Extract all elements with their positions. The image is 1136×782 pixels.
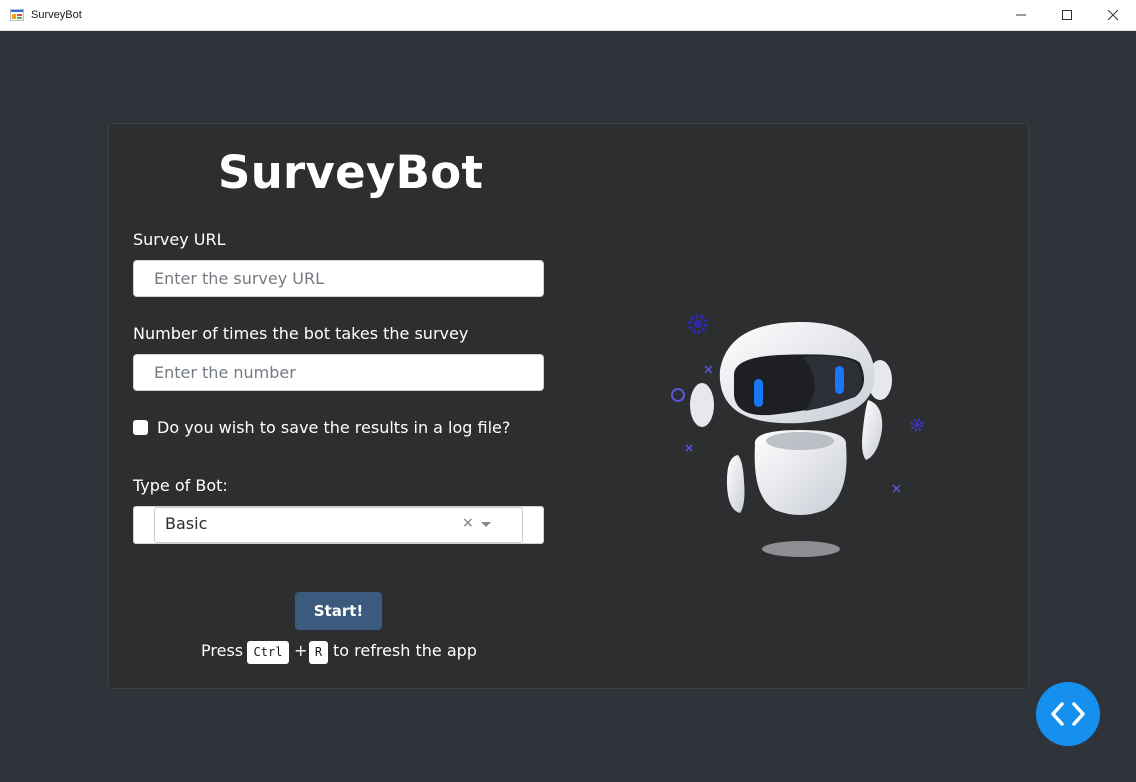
runs-input[interactable] xyxy=(133,354,544,391)
bot-type-label: Type of Bot: xyxy=(133,476,228,495)
hint-suffix-text: to refresh the app xyxy=(333,641,477,660)
gear-icon xyxy=(910,418,924,432)
maximize-icon xyxy=(1062,10,1072,20)
minimize-icon xyxy=(1016,14,1026,16)
runs-label: Number of times the bot takes the survey xyxy=(133,324,469,343)
maximize-button[interactable] xyxy=(1044,0,1090,31)
code-brackets-icon xyxy=(1051,702,1085,726)
code-fab-button[interactable] xyxy=(1036,682,1100,746)
survey-url-label: Survey URL xyxy=(133,230,226,249)
hint-press-text: Press xyxy=(201,641,244,660)
log-checkbox[interactable] xyxy=(133,420,148,435)
window-title: SurveyBot xyxy=(31,9,82,21)
bot-type-selected-value: Basic xyxy=(165,514,208,533)
window-titlebar: SurveyBot xyxy=(0,0,1136,31)
start-button[interactable]: Start! xyxy=(295,592,382,630)
kbd-r: R xyxy=(309,641,328,664)
minimize-button[interactable] xyxy=(998,0,1044,31)
kbd-ctrl: Ctrl xyxy=(247,641,289,664)
chevron-down-icon[interactable] xyxy=(481,522,491,527)
close-button[interactable] xyxy=(1090,0,1136,31)
survey-url-input[interactable] xyxy=(133,260,544,297)
page-title: SurveyBot xyxy=(218,146,484,199)
app-icon xyxy=(10,9,24,21)
clear-selection-icon[interactable]: × xyxy=(462,515,474,531)
hint-plus-text: + xyxy=(294,641,308,660)
close-icon xyxy=(1107,9,1119,21)
log-checkbox-label: Do you wish to save the results in a log… xyxy=(157,418,511,437)
circle-icon xyxy=(671,388,685,402)
robot-illustration-icon xyxy=(671,314,924,557)
gear-icon xyxy=(688,314,708,334)
